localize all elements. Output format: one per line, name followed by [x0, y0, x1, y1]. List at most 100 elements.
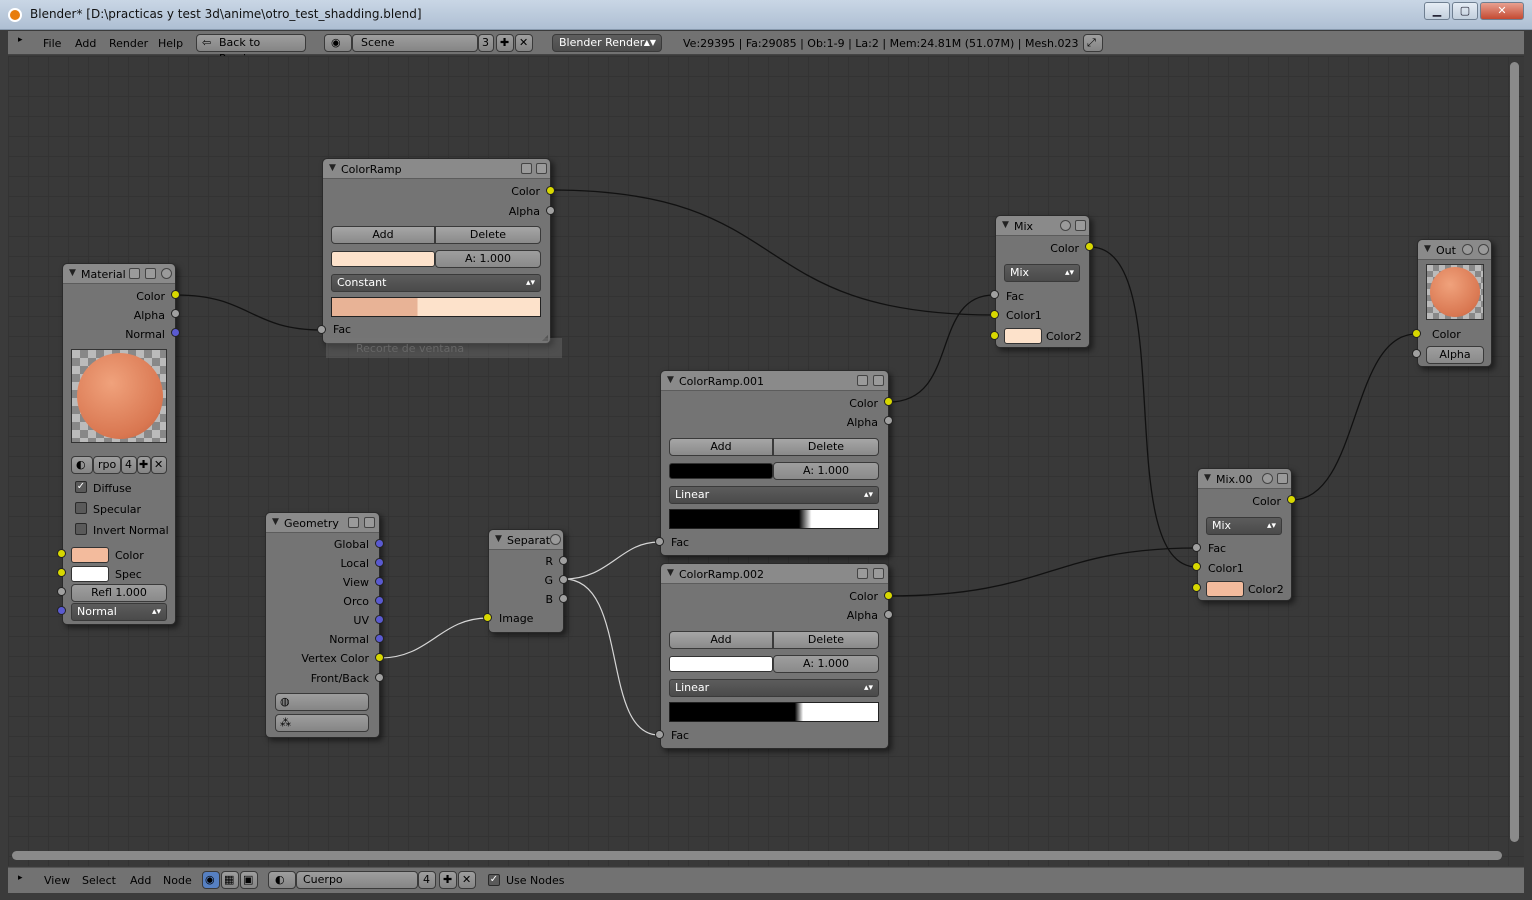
- material-remove-icon[interactable]: ✕: [151, 456, 167, 474]
- interpolation-select[interactable]: Constant ▴▾: [331, 274, 541, 292]
- collapse-triangle-icon[interactable]: ▼: [495, 534, 502, 544]
- diffuse-color-swatch[interactable]: [71, 547, 109, 563]
- specular-checkbox[interactable]: [75, 502, 87, 514]
- invert-normal-checkbox[interactable]: [75, 523, 87, 535]
- mix-fac-in-socket[interactable]: [990, 290, 999, 299]
- preview-toggle-icon[interactable]: [348, 517, 359, 528]
- node-header[interactable]: ▼ Separat: [489, 530, 563, 550]
- collapse-triangle-icon[interactable]: ▼: [69, 268, 76, 278]
- diffuse-checkbox[interactable]: ✓: [75, 481, 87, 493]
- mix00-color2-in-socket[interactable]: [1192, 583, 1201, 592]
- node-colorramp[interactable]: ▼ ColorRamp Color Alpha Add Delete A: 1.…: [322, 158, 551, 344]
- material-add-icon[interactable]: ✚: [439, 871, 457, 889]
- preview-toggle-icon[interactable]: [857, 568, 868, 579]
- node-options-icon[interactable]: [1277, 473, 1288, 484]
- mix-color1-in-socket[interactable]: [990, 310, 999, 319]
- material-spec-in-socket[interactable]: [57, 568, 66, 577]
- ramp-alpha-field[interactable]: A: 1.000: [773, 462, 879, 480]
- ramp-delete-button[interactable]: Delete: [773, 438, 879, 456]
- node-header[interactable]: ▼ Mix: [996, 216, 1089, 236]
- node-header[interactable]: ▼ ColorRamp.001: [661, 371, 888, 391]
- colorramp-color-out-socket[interactable]: [546, 186, 555, 195]
- ramp-color-swatch[interactable]: [331, 251, 435, 267]
- collapse-triangle-icon[interactable]: ▼: [667, 375, 674, 385]
- mix00-color-out-socket[interactable]: [1287, 495, 1296, 504]
- horizontal-scrollbar[interactable]: [12, 851, 1502, 860]
- ramp-add-button[interactable]: Add: [669, 631, 773, 649]
- collapse-triangle-icon[interactable]: ▼: [272, 517, 279, 527]
- node-output[interactable]: ▼ Out Color Alpha: [1417, 239, 1492, 367]
- node-options-icon[interactable]: [873, 375, 884, 386]
- compositing-nodes-icon[interactable]: ▣: [240, 871, 258, 889]
- menu-node[interactable]: Node: [163, 874, 192, 887]
- node-header[interactable]: ▼ Geometry: [266, 513, 379, 533]
- ramp-alpha-field[interactable]: A: 1.000: [773, 655, 879, 673]
- ramp-color-swatch[interactable]: [669, 463, 773, 479]
- collapse-triangle-icon[interactable]: ▼: [1204, 473, 1211, 483]
- material-remove-icon[interactable]: ✕: [458, 871, 476, 889]
- node-options-icon[interactable]: [364, 517, 375, 528]
- node-header[interactable]: ▼ Mix.00: [1198, 469, 1291, 489]
- colorramp-fac-in-socket[interactable]: [317, 325, 326, 334]
- node-options-icon[interactable]: [1075, 220, 1086, 231]
- separate-r-out-socket[interactable]: [559, 556, 568, 565]
- geometry-uv-out-socket[interactable]: [375, 615, 384, 624]
- ramp002-fac-in-socket[interactable]: [655, 730, 664, 739]
- reflectivity-field[interactable]: Refl 1.000: [71, 584, 167, 602]
- menu-add[interactable]: Add: [130, 874, 151, 887]
- ramp002-alpha-out-socket[interactable]: [884, 610, 893, 619]
- ramp-delete-button[interactable]: Delete: [773, 631, 879, 649]
- ramp001-alpha-out-socket[interactable]: [884, 416, 893, 425]
- preview-toggle-icon[interactable]: [857, 375, 868, 386]
- node-material[interactable]: ▼ Material Color Alpha Normal ◐ rpo 4 ✚ …: [62, 263, 176, 625]
- uv-map-field[interactable]: ◍: [275, 693, 369, 711]
- ramp-delete-button[interactable]: Delete: [435, 226, 541, 244]
- node-colorramp-001[interactable]: ▼ ColorRamp.001 Color Alpha Add Delete A…: [660, 370, 889, 556]
- geometry-local-out-socket[interactable]: [375, 558, 384, 567]
- node-geometry[interactable]: ▼ Geometry Global Local View Orco UV Nor…: [265, 512, 380, 738]
- node-mix[interactable]: ▼ Mix Color Mix ▴▾ Fac Color1 Color2: [995, 215, 1090, 348]
- node-header[interactable]: ▼ Material: [63, 264, 175, 284]
- material-name-field[interactable]: rpo: [93, 456, 121, 474]
- ramp-alpha-field[interactable]: A: 1.000: [435, 250, 541, 268]
- ramp-add-button[interactable]: Add: [331, 226, 435, 244]
- use-nodes-checkbox[interactable]: ✓: [488, 874, 500, 886]
- ramp001-fac-in-socket[interactable]: [655, 537, 664, 546]
- mix00-color1-in-socket[interactable]: [1192, 562, 1201, 571]
- ramp002-color-out-socket[interactable]: [884, 591, 893, 600]
- output-color-in-socket[interactable]: [1412, 329, 1421, 338]
- ramp-color-swatch[interactable]: [669, 656, 773, 672]
- node-header[interactable]: ▼ ColorRamp.002: [661, 564, 888, 584]
- color2-swatch[interactable]: [1206, 581, 1244, 597]
- color-ramp-bar[interactable]: [669, 509, 879, 529]
- color-ramp-bar[interactable]: [331, 297, 541, 317]
- separate-b-out-socket[interactable]: [559, 594, 568, 603]
- geometry-global-out-socket[interactable]: [375, 539, 384, 548]
- material-browse-icon[interactable]: ◐: [71, 456, 93, 474]
- preview-toggle-icon[interactable]: [550, 534, 561, 545]
- geometry-orco-out-socket[interactable]: [375, 596, 384, 605]
- material-normal-out-socket[interactable]: [171, 328, 180, 337]
- material-color-out-socket[interactable]: [171, 290, 180, 299]
- material-sphere-icon[interactable]: [161, 268, 172, 279]
- material-normal-in-socket[interactable]: [57, 606, 66, 615]
- geometry-normal-out-socket[interactable]: [375, 634, 384, 643]
- collapse-triangle-icon[interactable]: ▼: [329, 163, 336, 173]
- material-name-field[interactable]: Cuerpo: [296, 871, 418, 889]
- preview-toggle-icon[interactable]: [1262, 473, 1273, 484]
- spec-color-swatch[interactable]: [71, 566, 109, 582]
- interpolation-select[interactable]: Linear ▴▾: [669, 679, 879, 697]
- node-separate-rgb[interactable]: ▼ Separat R G B Image: [488, 529, 564, 633]
- collapse-triangle-icon[interactable]: ▼: [1424, 244, 1431, 254]
- material-color-in-socket[interactable]: [57, 549, 66, 558]
- node-options-icon[interactable]: [536, 163, 547, 174]
- blend-mode-select[interactable]: Mix ▴▾: [1206, 517, 1282, 535]
- node-options-icon[interactable]: [873, 568, 884, 579]
- mix-color2-in-socket[interactable]: [990, 331, 999, 340]
- separate-image-in-socket[interactable]: [483, 613, 492, 622]
- geometry-view-out-socket[interactable]: [375, 577, 384, 586]
- material-add-icon[interactable]: ✚: [137, 456, 151, 474]
- menu-select[interactable]: Select: [82, 874, 116, 887]
- preview-toggle-icon[interactable]: [521, 163, 532, 174]
- ramp001-color-out-socket[interactable]: [884, 397, 893, 406]
